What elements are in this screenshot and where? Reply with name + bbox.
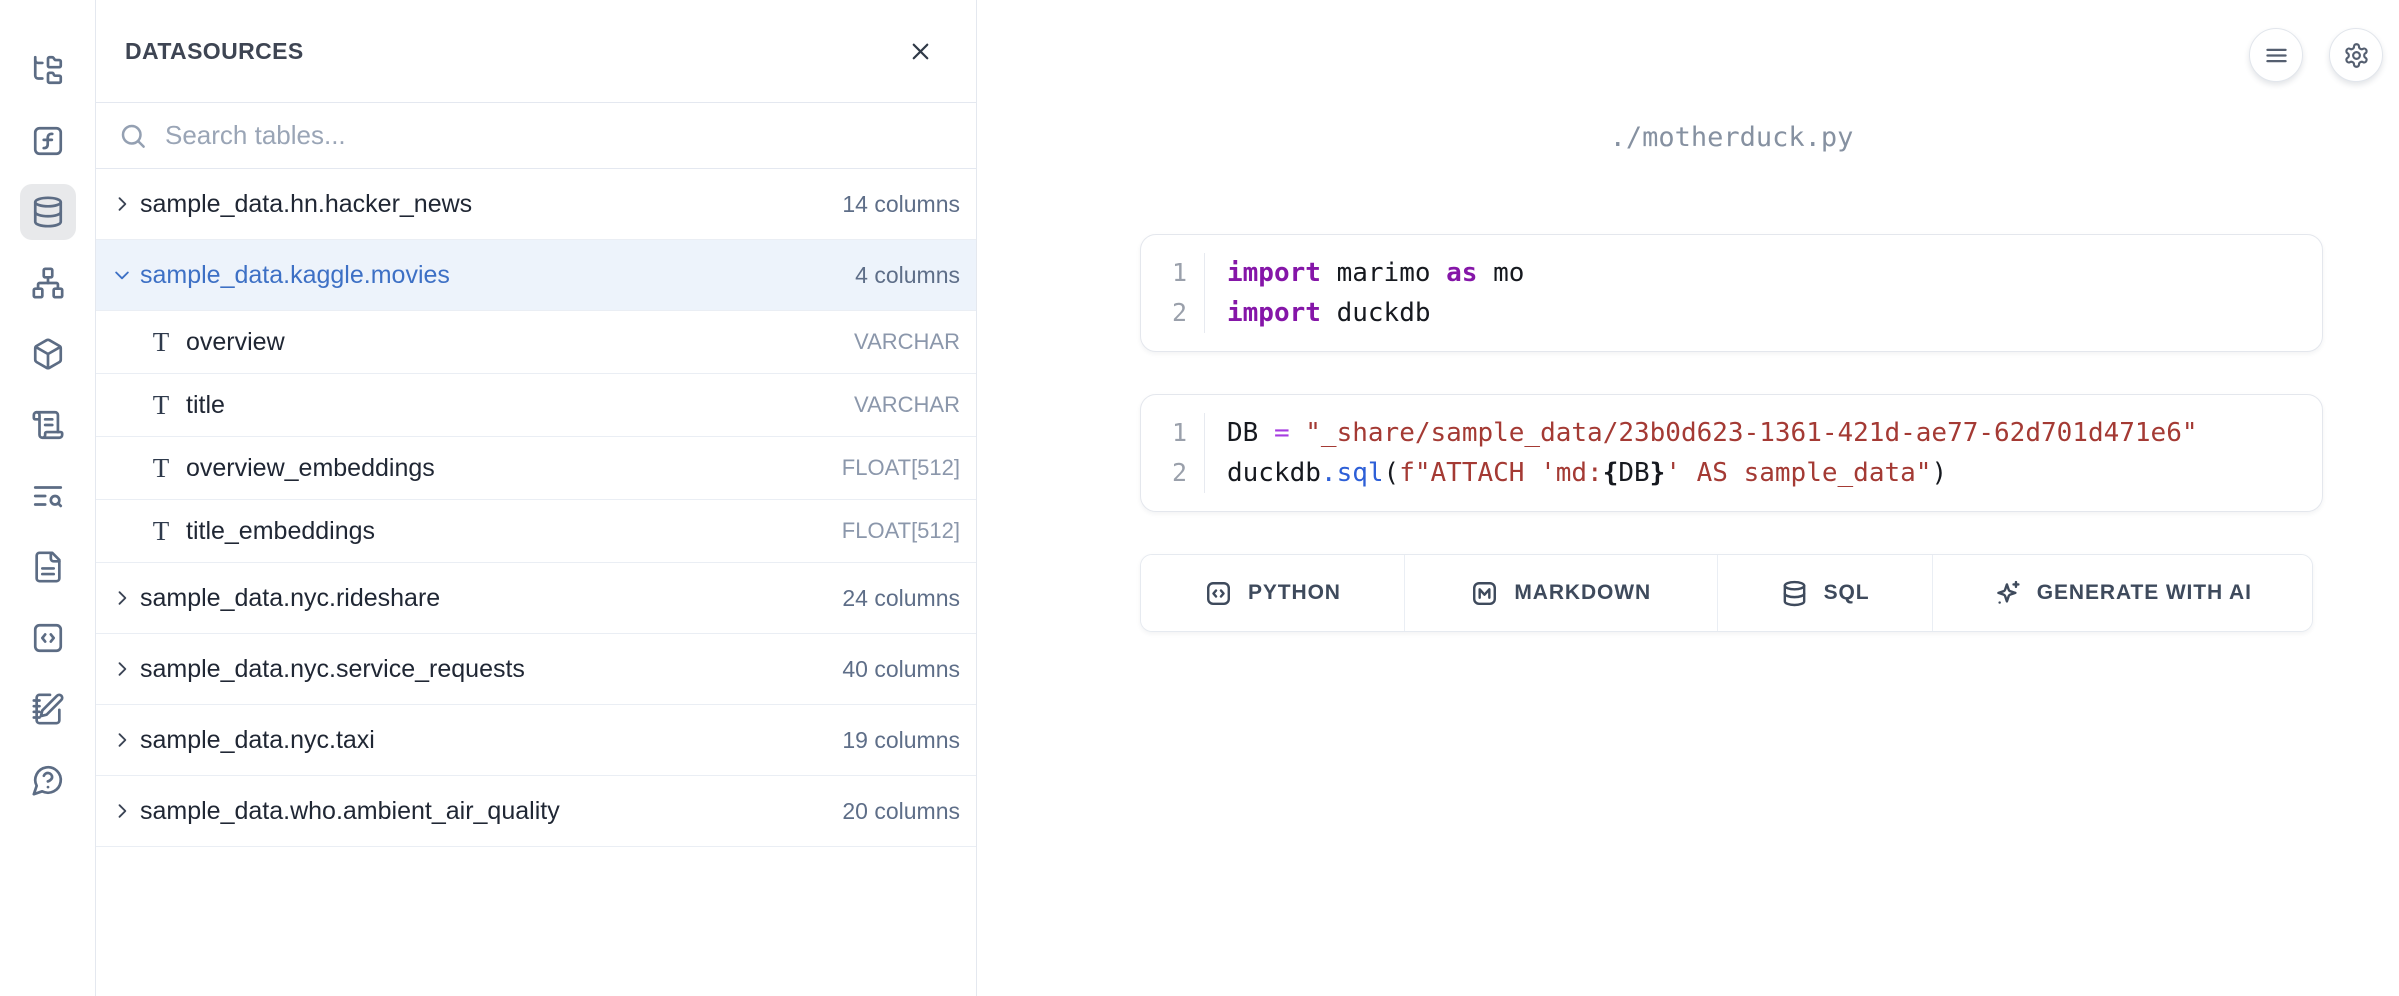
column-name: title [186,391,842,420]
table-column-count: 24 columns [842,585,960,612]
settings-button[interactable] [2329,28,2383,82]
add-markdown-label: MARKDOWN [1514,581,1651,605]
sidebar-item-snippets[interactable] [20,610,76,666]
notebook-filename: ./motherduck.py [1140,118,2323,158]
chevron-icon [112,265,132,285]
chevron-icon [112,588,132,608]
add-markdown-cell-button[interactable]: MARKDOWN [1405,555,1718,631]
add-sql-label: SQL [1824,581,1870,605]
sidebar-item-file-explorer[interactable] [20,42,76,98]
code-editor[interactable]: DB = "_share/sample_data/23b0d623-1361-4… [1205,413,2198,493]
gear-icon [2343,42,2370,69]
close-icon [907,38,934,65]
sparkles-icon [1993,579,2022,608]
sidebar-item-packages[interactable] [20,326,76,382]
line-numbers: 12 [1141,253,1205,333]
panel-header: DATASOURCES [96,0,976,103]
code-cell-attach-db[interactable]: 12 DB = "_share/sample_data/23b0d623-136… [1140,394,2323,512]
sidebar-item-log-search[interactable] [20,468,76,524]
table-name: sample_data.nyc.service_requests [140,655,834,684]
help-chat-icon [31,763,65,797]
table-row[interactable]: sample_data.nyc.rideshare 24 columns [96,563,976,634]
text-search-icon [31,479,65,513]
search-row [96,103,976,169]
search-tables-input[interactable] [165,120,976,151]
column-row[interactable]: T title VARCHAR [96,374,976,437]
table-name: sample_data.kaggle.movies [140,261,847,290]
table-row[interactable]: sample_data.kaggle.movies 4 columns [96,240,976,311]
database-icon [31,195,65,229]
table-row[interactable]: sample_data.hn.hacker_news 14 columns [96,169,976,240]
table-name: sample_data.nyc.rideshare [140,584,834,613]
table-row[interactable]: sample_data.who.ambient_air_quality 20 c… [96,776,976,847]
text-type-icon: T [148,390,174,421]
column-row[interactable]: T overview VARCHAR [96,311,976,374]
code-editor[interactable]: import marimo as moimport duckdb [1205,253,1524,333]
column-row[interactable]: T overview_embeddings FLOAT[512] [96,437,976,500]
file-tree-icon [31,53,65,87]
table-row[interactable]: sample_data.nyc.taxi 19 columns [96,705,976,776]
notebook-content: ./motherduck.py 12 import marimo as moim… [1140,0,2323,632]
scroll-text-icon [31,408,65,442]
table-name: sample_data.hn.hacker_news [140,190,834,219]
markdown-square-icon [1470,579,1499,608]
network-icon [31,266,65,300]
chevron-icon [112,801,132,821]
text-type-icon: T [148,327,174,358]
column-type: FLOAT[512] [842,455,960,481]
table-name: sample_data.who.ambient_air_quality [140,797,834,826]
search-icon [118,121,148,151]
line-numbers: 12 [1141,413,1205,493]
chevron-icon [112,194,132,214]
function-square-icon [31,124,65,158]
sidebar-item-help[interactable] [20,752,76,808]
table-column-count: 20 columns [842,798,960,825]
column-type: FLOAT[512] [842,518,960,544]
add-python-cell-button[interactable]: PYTHON [1141,555,1405,631]
table-column-count: 4 columns [855,262,960,289]
tables-list: sample_data.hn.hacker_news 14 columns sa… [96,169,976,847]
datasources-panel: DATASOURCES sample_data.hn.hacker_news 1… [96,0,977,996]
table-column-count: 14 columns [842,191,960,218]
close-panel-button[interactable] [907,38,934,65]
add-python-label: PYTHON [1248,581,1341,605]
menu-icon [2263,42,2290,69]
table-row[interactable]: sample_data.nyc.service_requests 40 colu… [96,634,976,705]
sidebar-item-functions[interactable] [20,113,76,169]
icon-rail [0,0,96,996]
column-type: VARCHAR [854,329,960,355]
sidebar-item-logs[interactable] [20,397,76,453]
sidebar-item-dependencies[interactable] [20,255,76,311]
table-column-count: 19 columns [842,727,960,754]
file-text-icon [31,550,65,584]
notebook-area: ./motherduck.py 12 import marimo as moim… [977,0,2399,996]
text-type-icon: T [148,516,174,547]
notebook-pen-icon [31,692,65,726]
generate-with-ai-button[interactable]: GENERATE WITH AI [1933,555,2312,631]
column-type: VARCHAR [854,392,960,418]
notebook-menu-button[interactable] [2249,28,2303,82]
column-row[interactable]: T title_embeddings FLOAT[512] [96,500,976,563]
add-sql-cell-button[interactable]: SQL [1718,555,1933,631]
table-name: sample_data.nyc.taxi [140,726,834,755]
code-square-icon [31,621,65,655]
sidebar-item-scratchpad[interactable] [20,681,76,737]
generate-with-ai-label: GENERATE WITH AI [2037,581,2252,605]
column-name: title_embeddings [186,517,830,546]
sidebar-item-datasources[interactable] [20,184,76,240]
add-cell-bar: PYTHON MARKDOWN SQL GENERATE WITH AI [1140,554,2313,632]
column-name: overview_embeddings [186,454,830,483]
code-square-icon [1204,579,1233,608]
column-name: overview [186,328,842,357]
text-type-icon: T [148,453,174,484]
chevron-icon [112,730,132,750]
panel-title: DATASOURCES [125,38,304,65]
database-icon [1780,579,1809,608]
chevron-icon [112,659,132,679]
table-column-count: 40 columns [842,656,960,683]
sidebar-item-documentation[interactable] [20,539,76,595]
code-cell-imports[interactable]: 12 import marimo as moimport duckdb [1140,234,2323,352]
package-icon [31,337,65,371]
top-actions [2249,28,2383,82]
